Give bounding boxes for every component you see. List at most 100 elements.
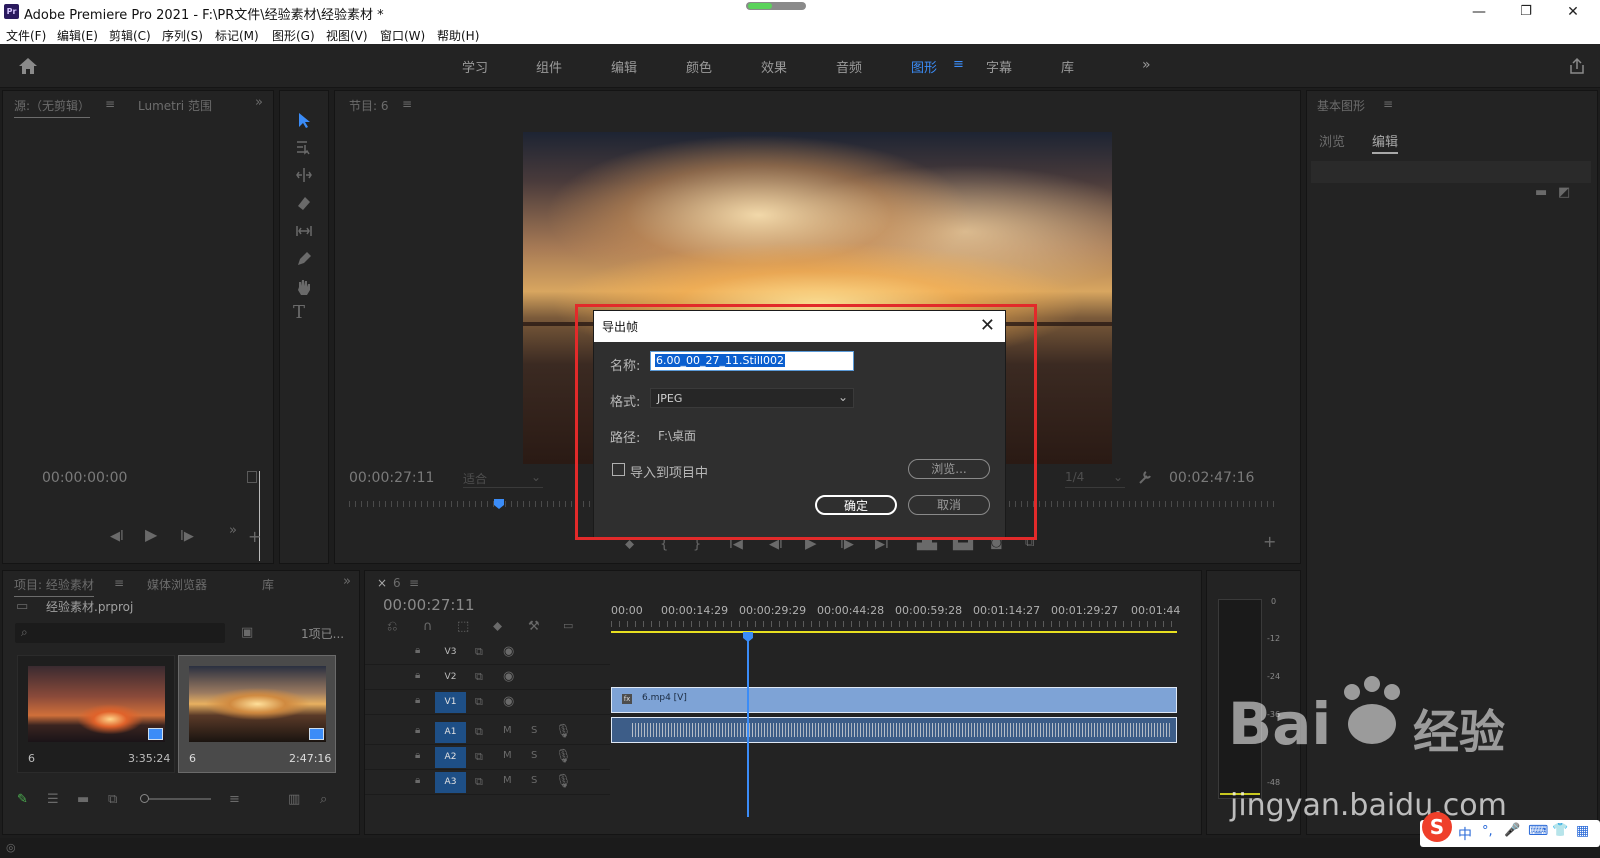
solo-button[interactable]: S: [531, 776, 537, 786]
tab-program[interactable]: 节目: 6: [349, 97, 389, 114]
audio-clip[interactable]: [611, 717, 1177, 743]
microphone-icon[interactable]: 🎙︎: [555, 775, 572, 788]
search-icon[interactable]: ⌕: [320, 793, 327, 806]
tab-source[interactable]: 源:（无剪辑）: [14, 97, 91, 118]
ime-skin-icon[interactable]: 👕: [1552, 823, 1568, 838]
program-playhead[interactable]: [494, 499, 504, 509]
tab-project[interactable]: 项目: 经验素材: [14, 576, 94, 597]
filter-bin-icon[interactable]: ▣: [241, 626, 253, 639]
project-clip-thumbnail[interactable]: 6 3:35:24: [17, 655, 175, 773]
subtab-edit[interactable]: 编辑: [1372, 131, 1399, 154]
sync-lock-icon[interactable]: ⧉: [475, 726, 483, 737]
track-label-v1[interactable]: V1: [435, 692, 466, 713]
mute-button[interactable]: M: [503, 726, 512, 736]
menu-graphics[interactable]: 图形(G): [272, 27, 315, 44]
sort-icon[interactable]: ≡: [229, 793, 240, 806]
lock-icon[interactable]: 🔒︎: [415, 696, 420, 706]
freeform-view-icon[interactable]: ⧉: [108, 793, 117, 806]
sync-lock-icon[interactable]: ⧉: [475, 776, 483, 787]
timeline-timecode[interactable]: 00:00:27:11: [383, 596, 475, 614]
workspace-audio[interactable]: 音频: [836, 57, 862, 76]
sync-lock-icon[interactable]: ⧉: [475, 646, 483, 657]
source-timecode[interactable]: 00:00:00:00: [42, 470, 127, 486]
add-button-icon[interactable]: +: [1263, 534, 1276, 550]
workspace-assembly[interactable]: 组件: [536, 57, 562, 76]
track-label-v3[interactable]: V3: [435, 642, 466, 663]
thumbnail-size-slider[interactable]: [140, 794, 211, 803]
solo-button[interactable]: S: [531, 751, 537, 761]
add-button-icon[interactable]: +: [248, 529, 261, 545]
ime-toolbox-icon[interactable]: ▦: [1576, 823, 1589, 839]
sogou-logo-icon[interactable]: S: [1422, 812, 1452, 842]
automate-icon[interactable]: ▥: [288, 793, 300, 806]
mute-button[interactable]: M: [503, 751, 512, 761]
menu-markers[interactable]: 标记(M): [215, 27, 259, 44]
quality-dropdown[interactable]: 1/4 ⌄: [1065, 470, 1125, 488]
work-area-bar[interactable]: [611, 631, 1177, 633]
menu-edit[interactable]: 编辑(E): [57, 27, 98, 44]
panel-overflow-icon[interactable]: »: [343, 574, 351, 589]
ime-keyboard-icon[interactable]: ⌨: [1528, 823, 1548, 839]
panel-overflow-icon[interactable]: »: [255, 95, 263, 110]
tab-menu-icon[interactable]: ≡: [1383, 97, 1393, 111]
folder-icon[interactable]: ▬: [1535, 186, 1547, 199]
tab-menu-icon[interactable]: ≡: [105, 97, 115, 111]
ime-voice-icon[interactable]: 🎤: [1504, 823, 1520, 838]
more-workspaces-icon[interactable]: »: [1142, 57, 1151, 73]
workspace-learning[interactable]: 学习: [462, 57, 488, 76]
lock-icon[interactable]: 🔒︎: [415, 776, 420, 786]
wrench-icon[interactable]: [1137, 469, 1153, 485]
tab-media-browser[interactable]: 媒体浏览器: [147, 576, 207, 593]
tab-menu-icon[interactable]: ≡: [409, 576, 419, 590]
slip-tool-icon[interactable]: [295, 222, 313, 240]
tab-libraries[interactable]: 库: [262, 576, 274, 593]
wrench-icon[interactable]: ⚒: [528, 620, 540, 633]
share-icon[interactable]: [1568, 57, 1586, 75]
new-layer-icon[interactable]: ◩: [1558, 186, 1570, 199]
minimize-button[interactable]: —: [1456, 0, 1502, 24]
more-controls-icon[interactable]: »: [229, 524, 237, 537]
eye-icon[interactable]: ◉: [503, 670, 514, 683]
ime-chinese-mode[interactable]: 中: [1458, 824, 1472, 844]
pen-tool-icon[interactable]: [295, 250, 313, 268]
menu-window[interactable]: 窗口(W): [380, 27, 425, 44]
tab-menu-icon[interactable]: ≡: [402, 97, 412, 111]
microphone-icon[interactable]: 🎙︎: [555, 725, 572, 738]
eye-icon[interactable]: ◉: [503, 645, 514, 658]
menu-clip[interactable]: 剪辑(C): [109, 27, 151, 44]
menu-help[interactable]: 帮助(H): [437, 27, 479, 44]
close-tab-icon[interactable]: ×: [377, 576, 387, 590]
workspace-menu-icon[interactable]: ≡: [953, 57, 964, 72]
sync-lock-icon[interactable]: ⧉: [475, 696, 483, 707]
project-clip-thumbnail-selected[interactable]: 6 2:47:16: [178, 655, 336, 773]
source-zoom-handle[interactable]: [247, 471, 257, 483]
hand-tool-icon[interactable]: [295, 278, 313, 296]
menu-file[interactable]: 文件(F): [6, 27, 46, 44]
tab-essential-graphics[interactable]: 基本图形: [1317, 97, 1365, 114]
track-label-v2[interactable]: V2: [435, 667, 466, 688]
solo-button[interactable]: S: [531, 726, 537, 736]
captions-icon[interactable]: ▭: [563, 620, 573, 631]
sync-lock-icon[interactable]: ⧉: [475, 671, 483, 682]
play-icon[interactable]: ▶: [145, 527, 157, 543]
menu-sequence[interactable]: 序列(S): [162, 27, 203, 44]
workspace-libraries[interactable]: 库: [1061, 57, 1074, 76]
lock-icon[interactable]: 🔒︎: [415, 751, 420, 761]
mute-button[interactable]: M: [503, 776, 512, 786]
step-forward-icon[interactable]: I▶: [180, 530, 194, 543]
workspace-color[interactable]: 颜色: [686, 57, 712, 76]
program-timecode[interactable]: 00:00:27:11: [349, 470, 434, 486]
lock-icon[interactable]: 🔒︎: [415, 671, 420, 681]
type-tool-icon[interactable]: T: [293, 304, 305, 322]
icon-view-icon[interactable]: ▬: [77, 793, 89, 806]
sync-lock-icon[interactable]: ⧉: [475, 751, 483, 762]
microphone-icon[interactable]: 🎙︎: [555, 750, 572, 763]
close-window-button[interactable]: ✕: [1550, 0, 1596, 24]
timeline-ruler[interactable]: 00:00 00:00:14:29 00:00:29:29 00:00:44:2…: [611, 601, 1180, 637]
track-label-a3[interactable]: A3: [435, 772, 466, 793]
track-label-a1[interactable]: A1: [435, 722, 466, 743]
track-label-a2[interactable]: A2: [435, 747, 466, 768]
eye-icon[interactable]: ◉: [503, 695, 514, 708]
project-search-input[interactable]: ⌕: [15, 623, 225, 643]
fit-dropdown[interactable]: 适合 ⌄: [463, 470, 543, 488]
